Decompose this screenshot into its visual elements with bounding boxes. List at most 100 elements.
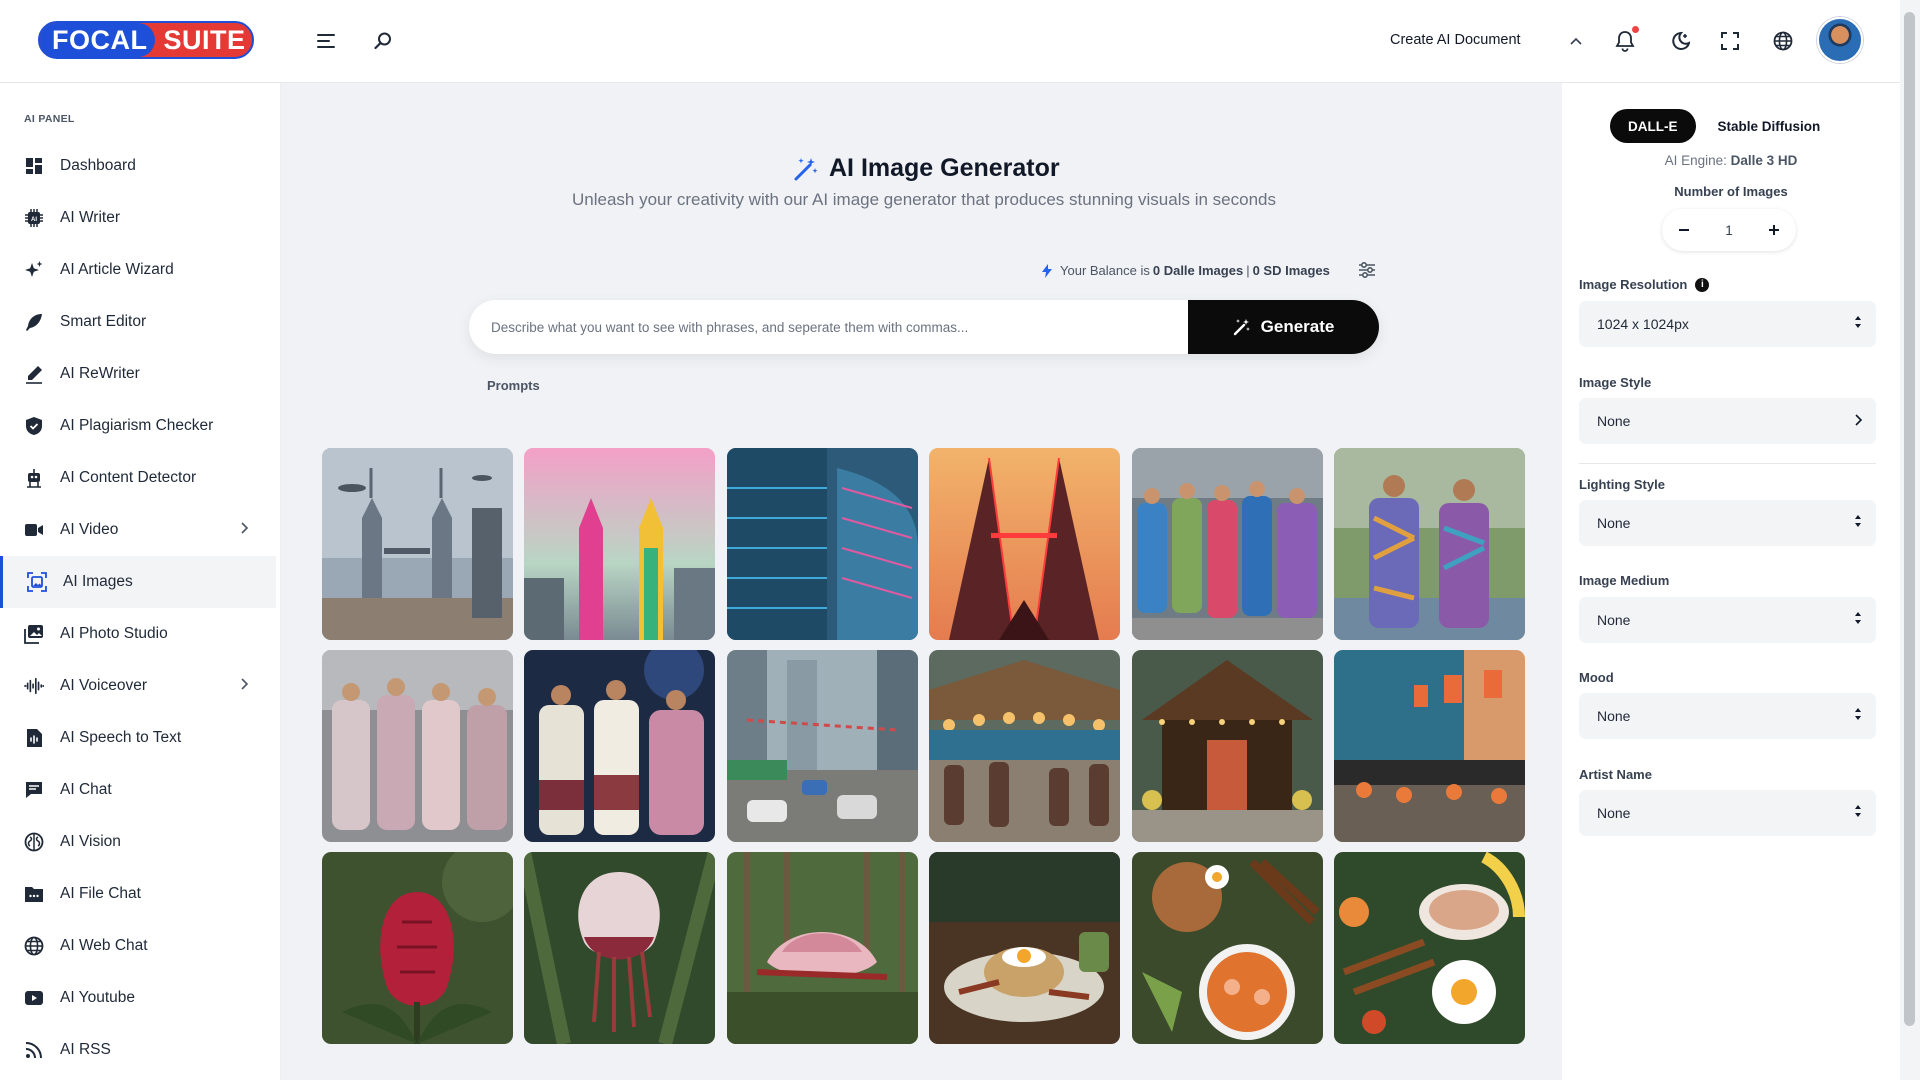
prompts-link[interactable]: Prompts xyxy=(487,378,540,393)
balance-sd: 0 SD Images xyxy=(1252,263,1330,278)
resolution-value: 1024 x 1024px xyxy=(1597,316,1689,332)
sidebar-item-ai-voiceover[interactable]: AI Voiceover xyxy=(0,660,276,712)
sidebar-item-label: AI Plagiarism Checker xyxy=(60,417,214,434)
sidebar-item-ai-images[interactable]: AI Images xyxy=(0,556,276,608)
sidebar-item-label: AI Photo Studio xyxy=(60,625,168,642)
image-gallery xyxy=(322,448,1525,1044)
sidebar-item-label: AI File Chat xyxy=(60,885,141,902)
sidebar-item-ai-file-chat[interactable]: AI File Chat xyxy=(0,868,276,920)
sidebar-item-label: Smart Editor xyxy=(60,313,147,330)
image-style-select[interactable]: None xyxy=(1579,398,1876,444)
lighting-style-select[interactable]: None xyxy=(1579,500,1876,546)
sidebar-item-ai-web-chat[interactable]: AI Web Chat xyxy=(0,920,276,972)
artist-name-select[interactable]: None xyxy=(1579,790,1876,836)
settings-sliders-icon[interactable] xyxy=(1358,261,1376,279)
sidebar-item-label: AI Speech to Text xyxy=(60,729,182,746)
sidebar-item-ai-rss[interactable]: AI RSS xyxy=(0,1024,276,1076)
sidebar-item-ai-speech-to-text[interactable]: AI Speech to Text xyxy=(0,712,276,764)
chevron-up-icon[interactable] xyxy=(1561,26,1591,56)
pen-icon xyxy=(24,364,44,384)
sidebar-item-smart-editor[interactable]: Smart Editor xyxy=(0,296,276,348)
gallery-image[interactable] xyxy=(1131,852,1323,1044)
gallery-image[interactable] xyxy=(726,448,918,640)
search-icon[interactable] xyxy=(368,26,398,56)
gallery-image[interactable] xyxy=(524,448,716,640)
image-scan-icon xyxy=(27,572,47,592)
create-ai-document-menu[interactable]: Create AI Document xyxy=(1390,32,1521,48)
menu-toggle-icon[interactable] xyxy=(311,26,341,56)
prompt-bar: Generate xyxy=(469,300,1379,354)
sidebar-item-label: AI Voiceover xyxy=(60,677,148,694)
gallery-image[interactable] xyxy=(1333,852,1525,1044)
sidebar-item-label: AI Chat xyxy=(60,781,112,798)
sidebar-item-ai-youtube[interactable]: AI Youtube xyxy=(0,972,276,1024)
sort-arrows-icon xyxy=(1854,804,1862,818)
minus-icon[interactable] xyxy=(1672,218,1696,242)
sidebar-item-ai-photo-studio[interactable]: AI Photo Studio xyxy=(0,608,276,660)
sidebar-item-ai-article-wizard[interactable]: AI Article Wizard xyxy=(0,244,276,296)
robot-icon xyxy=(24,468,44,488)
gallery-image[interactable] xyxy=(1333,448,1525,640)
gallery-image[interactable] xyxy=(929,852,1121,1044)
settings-panel: DALL-E Stable Diffusion AI Engine: Dalle… xyxy=(1562,83,1900,1080)
language-globe-icon[interactable] xyxy=(1768,26,1798,56)
prompt-input[interactable] xyxy=(491,300,1171,354)
sidebar-item-ai-video[interactable]: AI Video xyxy=(0,504,276,556)
gallery-image[interactable] xyxy=(322,650,513,842)
sidebar-item-ai-rewriter[interactable]: AI ReWriter xyxy=(0,348,276,400)
sidebar-item-ai-writer[interactable]: AI AI Writer xyxy=(0,192,276,244)
dark-mode-icon[interactable] xyxy=(1664,26,1694,56)
waveform-icon xyxy=(24,676,44,696)
gallery-image[interactable] xyxy=(726,650,918,842)
panel-title: AI PANEL xyxy=(24,113,75,125)
shield-icon xyxy=(24,416,44,436)
num-images-value[interactable]: 1 xyxy=(1725,223,1733,238)
gallery-image[interactable] xyxy=(1131,650,1323,842)
sort-arrows-icon xyxy=(1854,707,1862,721)
medium-label: Image Medium xyxy=(1579,573,1670,588)
magic-wand-icon xyxy=(793,156,819,182)
generate-label: Generate xyxy=(1260,317,1335,336)
plus-icon[interactable] xyxy=(1762,218,1786,242)
mood-select[interactable]: None xyxy=(1579,693,1876,739)
generate-button[interactable]: Generate xyxy=(1188,300,1379,354)
chip-icon: AI xyxy=(24,208,44,228)
page-scrollbar[interactable] xyxy=(1900,0,1920,1080)
info-icon[interactable]: i xyxy=(1695,277,1710,292)
gallery-image[interactable] xyxy=(322,852,513,1044)
app-logo[interactable]: FOCAL SUITE xyxy=(38,21,254,59)
page-title: AI Image Generator xyxy=(793,154,1060,183)
sidebar-item-ai-chat[interactable]: AI Chat xyxy=(0,764,276,816)
image-medium-select[interactable]: None xyxy=(1579,597,1876,643)
sidebar-item-label: AI Web Chat xyxy=(60,937,148,954)
logo-left-text: FOCAL xyxy=(40,23,156,57)
gallery-image[interactable] xyxy=(1333,650,1525,842)
feather-icon xyxy=(24,312,44,332)
chevron-right-icon[interactable] xyxy=(241,522,248,534)
logo-right-text: SUITE xyxy=(163,24,246,55)
gallery-image[interactable] xyxy=(929,448,1121,640)
balance-dalle: 0 Dalle Images xyxy=(1152,263,1244,278)
gallery-image[interactable] xyxy=(524,852,716,1044)
gallery-image[interactable] xyxy=(322,448,513,640)
gallery-image[interactable] xyxy=(524,650,716,842)
sidebar-item-ai-vision[interactable]: AI Vision xyxy=(0,816,276,868)
sort-arrows-icon xyxy=(1854,611,1862,625)
artist-label: Artist Name xyxy=(1579,767,1652,782)
gallery-image[interactable] xyxy=(726,852,918,1044)
sidebar-item-ai-content-detector[interactable]: AI Content Detector xyxy=(0,452,276,504)
resolution-label-row: Image Resolution i xyxy=(1579,277,1710,292)
sidebar-item-ai-plagiarism-checker[interactable]: AI Plagiarism Checker xyxy=(0,400,276,452)
tab-stable-diffusion[interactable]: Stable Diffusion xyxy=(1696,109,1839,143)
gallery-image[interactable] xyxy=(929,650,1121,842)
chevron-right-icon[interactable] xyxy=(241,678,248,690)
resolution-select[interactable]: 1024 x 1024px xyxy=(1579,301,1876,347)
scrollbar-thumb[interactable] xyxy=(1904,12,1915,1026)
sidebar-item-dashboard[interactable]: Dashboard xyxy=(0,140,276,192)
user-avatar[interactable] xyxy=(1817,17,1863,63)
balance-prefix: Your Balance is xyxy=(1060,263,1150,278)
gallery-image[interactable] xyxy=(1131,448,1323,640)
tab-dalle[interactable]: DALL-E xyxy=(1610,109,1696,143)
fullscreen-icon[interactable] xyxy=(1715,26,1745,56)
sidebar-item-label: AI Writer xyxy=(60,209,120,226)
